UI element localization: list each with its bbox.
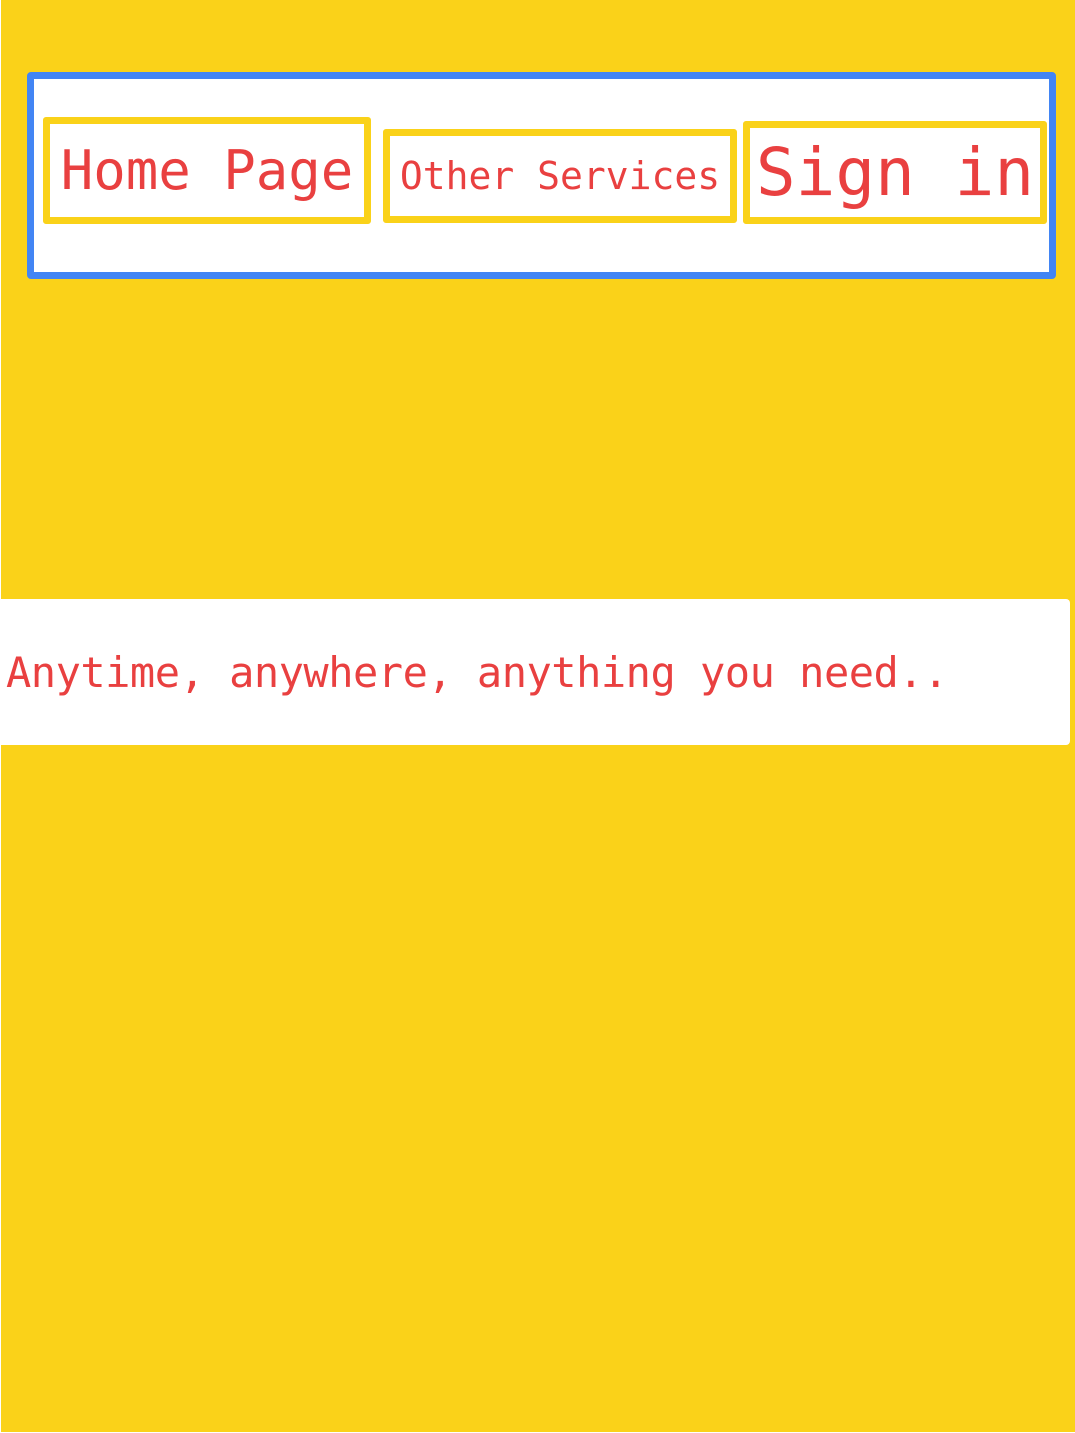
other-services-button[interactable]: Other Services xyxy=(383,129,737,223)
sign-in-button[interactable]: Sign in xyxy=(743,121,1047,224)
tagline-banner: Anytime, anywhere, anything you need.. xyxy=(1,599,1070,745)
top-navigation-bar: Home Page Other Services Sign in xyxy=(27,72,1056,279)
home-page-button[interactable]: Home Page xyxy=(43,117,371,224)
page-background: Home Page Other Services Sign in Anytime… xyxy=(1,0,1075,1432)
tagline-text: Anytime, anywhere, anything you need.. xyxy=(6,647,948,697)
